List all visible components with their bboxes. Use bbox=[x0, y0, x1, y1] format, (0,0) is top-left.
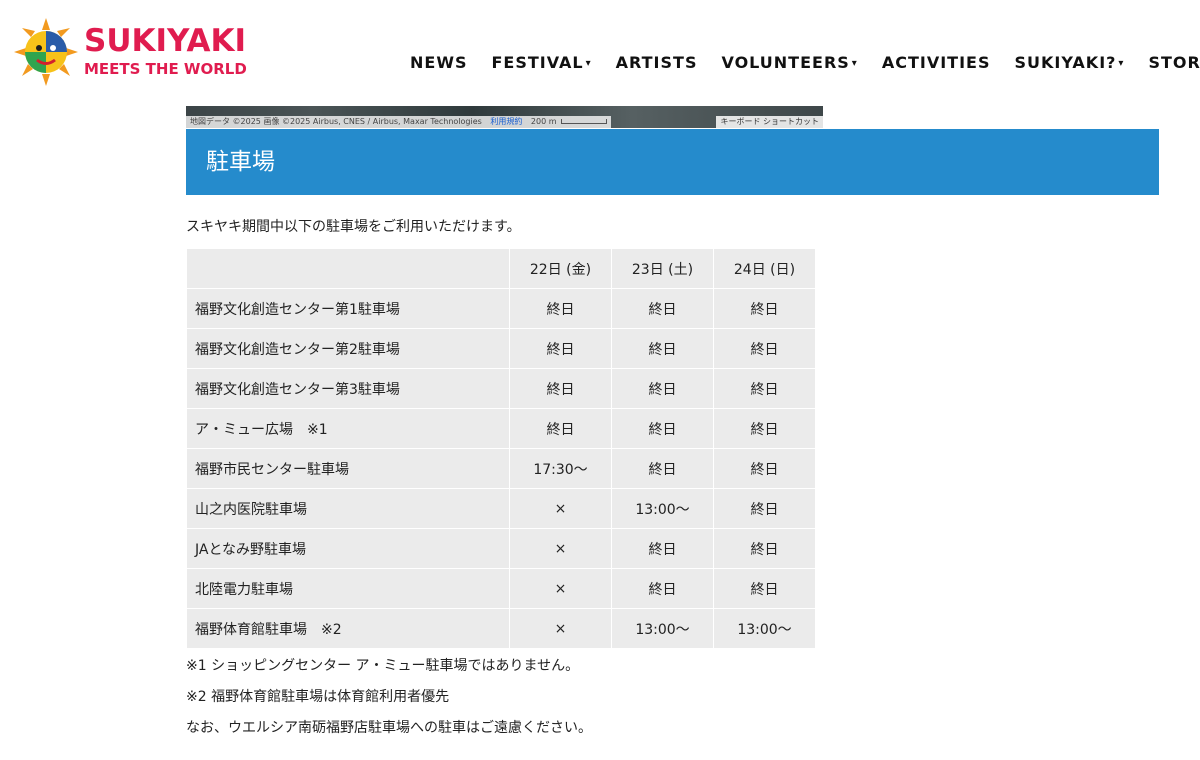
main-nav: NEWS FESTIVAL ▾ ARTISTS VOLUNTEERS ▾ ACTIV… bbox=[410, 52, 1200, 77]
nav-volunteers[interactable]: VOLUNTEERS ▾ bbox=[721, 52, 857, 77]
parking-name: 福野文化創造センター第3駐車場 bbox=[186, 368, 510, 409]
parking-name: 福野文化創造センター第1駐車場 bbox=[186, 288, 510, 329]
table-cell: 終日 bbox=[713, 288, 816, 329]
table-cell: 終日 bbox=[611, 408, 714, 449]
map-attribution-text: 地図データ ©2025 画像 ©2025 Airbus, CNES / Airb… bbox=[190, 117, 482, 126]
table-header-row: 22日 (金) 23日 (土) 24日 (日) bbox=[186, 248, 816, 289]
table-cell: 終日 bbox=[611, 288, 714, 329]
table-cell: 終日 bbox=[611, 368, 714, 409]
parking-name: JAとなみ野駐車場 bbox=[186, 528, 510, 569]
map-scale-label: 200 m bbox=[530, 117, 557, 126]
table-cell: 終日 bbox=[611, 328, 714, 369]
table-header-cell bbox=[186, 248, 510, 289]
table-row: 北陸電力駐車場 × 終日 終日 bbox=[186, 568, 816, 609]
section-banner: 駐車場 bbox=[186, 129, 1159, 195]
table-cell: 13:00～ bbox=[713, 608, 816, 649]
table-cell: 終日 bbox=[611, 528, 714, 569]
map-scale-bar bbox=[560, 119, 607, 124]
table-cell: 17:30～ bbox=[509, 448, 612, 489]
map-attribution: 地図データ ©2025 画像 ©2025 Airbus, CNES / Airb… bbox=[186, 116, 611, 128]
table-cell: × bbox=[509, 528, 612, 569]
note-3: なお、ウエルシア南砺福野店駐車場への駐車はご遠慮ください。 bbox=[186, 720, 592, 736]
table-cell: 終日 bbox=[713, 448, 816, 489]
table-header-cell: 24日 (日) bbox=[713, 248, 816, 289]
table-header-cell: 22日 (金) bbox=[509, 248, 612, 289]
caret-down-icon: ▾ bbox=[1118, 58, 1125, 69]
embedded-map[interactable]: 地図データ ©2025 画像 ©2025 Airbus, CNES / Airb… bbox=[186, 106, 823, 128]
table-cell: 13:00～ bbox=[611, 608, 714, 649]
section-title: 駐車場 bbox=[206, 149, 275, 175]
nav-store[interactable]: STORE bbox=[1148, 52, 1200, 77]
map-terms-link[interactable]: 利用規約 bbox=[490, 117, 522, 126]
nav-festival[interactable]: FESTIVAL ▾ bbox=[492, 52, 592, 77]
nav-news[interactable]: NEWS bbox=[410, 52, 468, 77]
parking-name: 福野体育館駐車場 ※2 bbox=[186, 608, 510, 649]
table-cell: 終日 bbox=[713, 528, 816, 569]
parking-name: 福野文化創造センター第2駐車場 bbox=[186, 328, 510, 369]
table-row: ア・ミュー広場 ※1 終日 終日 終日 bbox=[186, 408, 816, 449]
nav-artists[interactable]: ARTISTS bbox=[616, 52, 698, 77]
parking-table: 22日 (金) 23日 (土) 24日 (日) 福野文化創造センター第1駐車場 … bbox=[186, 248, 816, 649]
table-cell: 13:00～ bbox=[611, 488, 714, 529]
nav-activities[interactable]: ACTIVITIES bbox=[882, 52, 991, 77]
intro-text: スキヤキ期間中以下の駐車場をご利用いただけます。 bbox=[186, 219, 521, 235]
parking-name: 福野市民センター駐車場 bbox=[186, 448, 510, 489]
table-row: 福野体育館駐車場 ※2 × 13:00～ 13:00～ bbox=[186, 608, 816, 649]
nav-sukiyaki[interactable]: SUKIYAKI? ▾ bbox=[1014, 52, 1124, 77]
map-keyboard-shortcuts[interactable]: キーボード ショートカット bbox=[716, 116, 823, 128]
table-row: 山之内医院駐車場 × 13:00～ 終日 bbox=[186, 488, 816, 529]
logo-title: SUKIYAKI bbox=[84, 23, 247, 59]
table-row: 福野文化創造センター第3駐車場 終日 終日 終日 bbox=[186, 368, 816, 409]
note-2: ※2 福野体育館駐車場は体育館利用者優先 bbox=[186, 689, 450, 705]
caret-down-icon: ▾ bbox=[851, 58, 858, 69]
caret-down-icon: ▾ bbox=[585, 58, 592, 69]
table-cell: 終日 bbox=[509, 408, 612, 449]
site-logo[interactable]: SUKIYAKI MEETS THE WORLD bbox=[14, 18, 254, 88]
table-row: 福野市民センター駐車場 17:30～ 終日 終日 bbox=[186, 448, 816, 489]
parking-name: 北陸電力駐車場 bbox=[186, 568, 510, 609]
note-1: ※1 ショッピングセンター ア・ミュー駐車場ではありません。 bbox=[186, 658, 580, 674]
parking-name: ア・ミュー広場 ※1 bbox=[186, 408, 510, 449]
table-cell: 終日 bbox=[509, 368, 612, 409]
table-cell: × bbox=[509, 568, 612, 609]
table-cell: × bbox=[509, 488, 612, 529]
table-header-cell: 23日 (土) bbox=[611, 248, 714, 289]
table-cell: × bbox=[509, 608, 612, 649]
table-row: 福野文化創造センター第1駐車場 終日 終日 終日 bbox=[186, 288, 816, 329]
table-cell: 終日 bbox=[611, 448, 714, 489]
table-cell: 終日 bbox=[713, 568, 816, 609]
table-cell: 終日 bbox=[713, 328, 816, 369]
table-cell: 終日 bbox=[509, 328, 612, 369]
parking-name: 山之内医院駐車場 bbox=[186, 488, 510, 529]
table-cell: 終日 bbox=[611, 568, 714, 609]
table-cell: 終日 bbox=[713, 368, 816, 409]
table-row: JAとなみ野駐車場 × 終日 終日 bbox=[186, 528, 816, 569]
table-cell: 終日 bbox=[713, 408, 816, 449]
sun-face-logo-icon bbox=[14, 18, 78, 86]
page: SUKIYAKI MEETS THE WORLD NEWS FESTIVAL ▾ … bbox=[0, 0, 1200, 760]
table-cell: 終日 bbox=[509, 288, 612, 329]
table-row: 福野文化創造センター第2駐車場 終日 終日 終日 bbox=[186, 328, 816, 369]
logo-subtitle: MEETS THE WORLD bbox=[84, 60, 247, 78]
table-cell: 終日 bbox=[713, 488, 816, 529]
